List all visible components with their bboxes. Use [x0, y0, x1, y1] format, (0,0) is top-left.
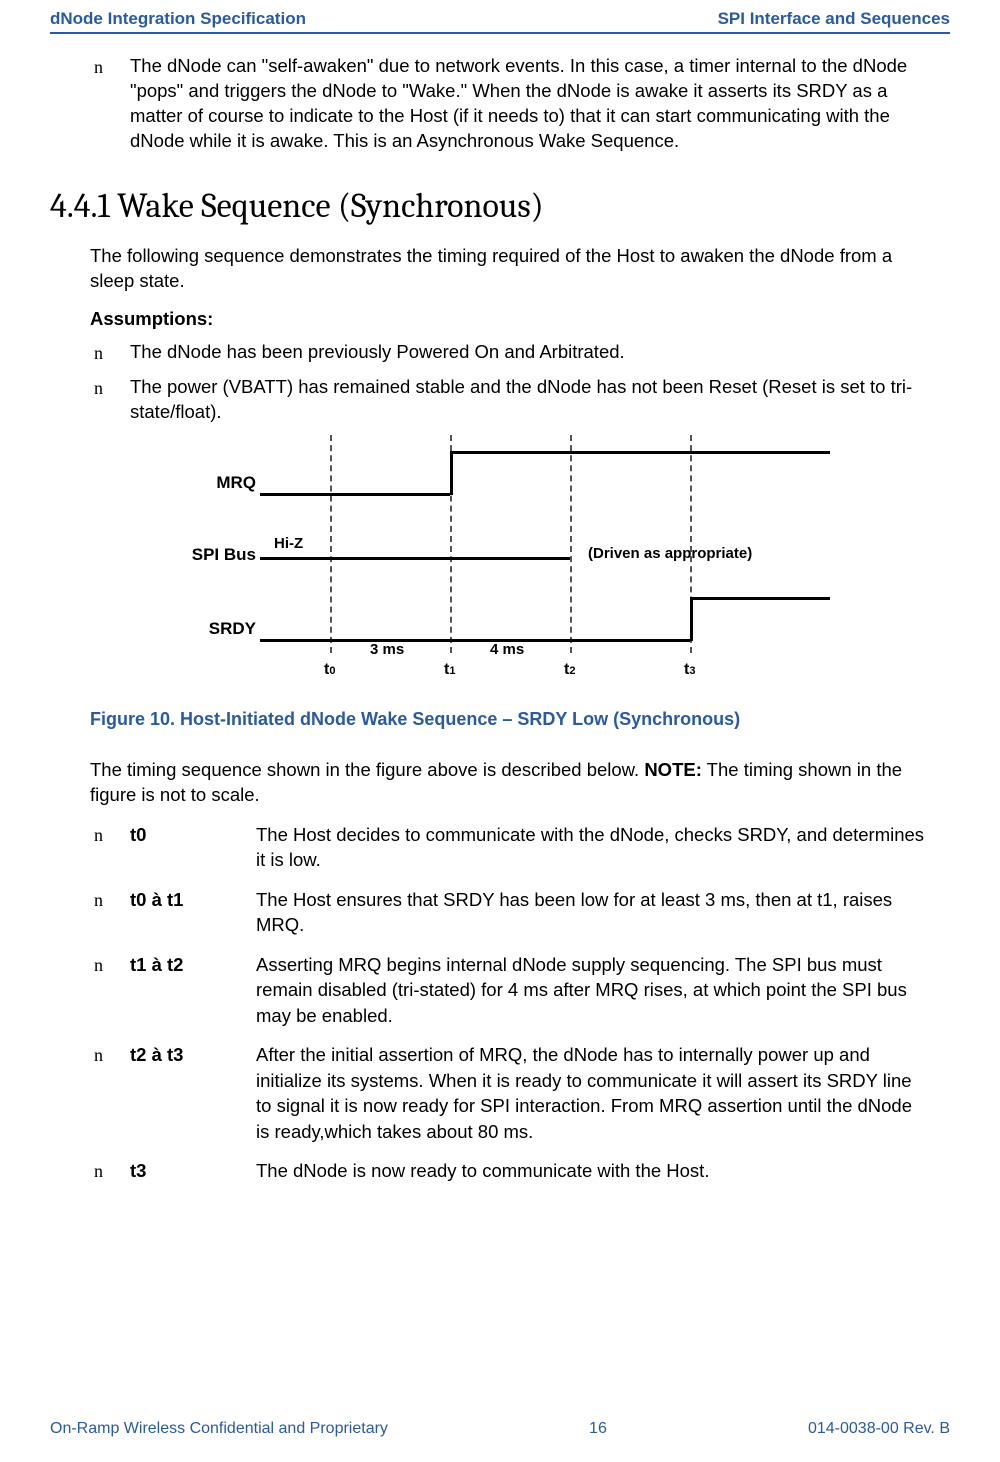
driven-label: (Driven as appropriate): [588, 545, 752, 562]
srdy-rise-edge: [690, 597, 693, 641]
timing-desc: The Host ensures that SRDY has been low …: [256, 887, 930, 938]
tick-t0: t0: [324, 661, 335, 679]
figure-caption: Figure 10. Host-Initiated dNode Wake Seq…: [90, 709, 930, 730]
section-title: Wake Sequence (Synchronous): [117, 186, 543, 226]
tick-t1: t1: [444, 661, 455, 679]
timing-desc: After the initial assertion of MRQ, the …: [256, 1042, 930, 1144]
header-right: SPI Interface and Sequences: [718, 9, 950, 29]
timing-item: t0 à t1 The Host ensures that SRDY has b…: [130, 887, 930, 938]
timing-item: t3 The dNode is now ready to communicate…: [130, 1158, 930, 1184]
mrq-low-segment: [260, 493, 450, 496]
assumption-item: The power (VBATT) has remained stable an…: [130, 375, 930, 425]
tick-t3: t3: [684, 661, 695, 679]
header-bar: dNode Integration Specification SPI Inte…: [50, 0, 950, 34]
diagram-vline-t2: [570, 435, 572, 653]
assumptions-label: Assumptions:: [90, 308, 930, 330]
footer: On-Ramp Wireless Confidential and Propri…: [50, 1420, 950, 1438]
mrq-high-segment: [450, 451, 830, 454]
assumption-item: The dNode has been previously Powered On…: [130, 340, 930, 365]
tick-t2: t2: [564, 661, 575, 679]
section-intro: The following sequence demonstrates the …: [90, 244, 930, 294]
footer-right: 014-0038-00 Rev. B: [808, 1420, 950, 1438]
mrq-label: MRQ: [160, 473, 256, 493]
timing-key: t2 à t3: [130, 1042, 256, 1144]
spi-label: SPI Bus: [160, 545, 256, 565]
srdy-high-segment: [690, 597, 830, 600]
diagram-vline-t0: [330, 435, 332, 653]
footer-left: On-Ramp Wireless Confidential and Propri…: [50, 1420, 388, 1438]
timing-diagram: MRQ SPI Bus Hi-Z (Driven as appropriate)…: [160, 435, 860, 695]
assumptions-list: The dNode has been previously Powered On…: [90, 340, 930, 425]
footer-page-number: 16: [589, 1420, 607, 1438]
main-content: The dNode can "self-awaken" due to netwo…: [50, 34, 950, 1184]
timing-desc: The dNode is now ready to communicate wi…: [256, 1158, 930, 1184]
mrq-rise-edge: [450, 451, 453, 495]
timing-list: t0 The Host decides to communicate with …: [90, 822, 930, 1184]
srdy-label: SRDY: [160, 619, 256, 639]
timing-desc: The Host decides to communicate with the…: [256, 822, 930, 873]
timing-item: t2 à t3 After the initial assertion of M…: [130, 1042, 930, 1144]
spi-line: [260, 557, 570, 560]
duration-4ms: 4 ms: [490, 641, 524, 658]
timing-key: t0 à t1: [130, 887, 256, 938]
timing-key: t3: [130, 1158, 256, 1184]
after-figure-note: The timing sequence shown in the figure …: [90, 758, 930, 808]
intro-bullets: The dNode can "self-awaken" due to netwo…: [90, 54, 930, 154]
duration-3ms: 3 ms: [370, 641, 404, 658]
timing-key: t0: [130, 822, 256, 873]
header-left: dNode Integration Specification: [50, 9, 306, 29]
srdy-low-segment: [260, 639, 690, 642]
timing-key: t1 à t2: [130, 952, 256, 1029]
timing-item: t0 The Host decides to communicate with …: [130, 822, 930, 873]
section-heading: 4.4.1 Wake Sequence (Synchronous): [50, 186, 930, 226]
hiz-label: Hi-Z: [274, 535, 303, 552]
timing-item: t1 à t2 Asserting MRQ begins internal dN…: [130, 952, 930, 1029]
intro-bullet: The dNode can "self-awaken" due to netwo…: [130, 54, 930, 154]
timing-desc: Asserting MRQ begins internal dNode supp…: [256, 952, 930, 1029]
section-number: 4.4.1: [50, 186, 110, 226]
